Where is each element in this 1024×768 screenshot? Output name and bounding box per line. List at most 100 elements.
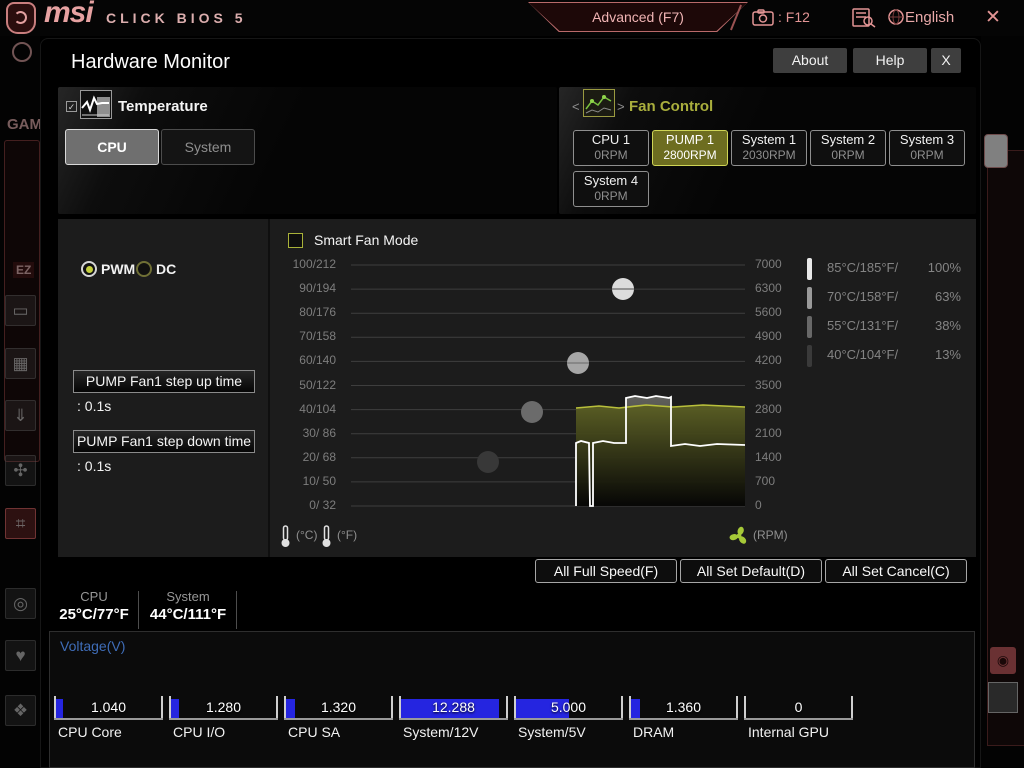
- voltage-label: Internal GPU: [748, 724, 829, 740]
- top-bar: msi CLICK BIOS 5 Advanced (F7) : F12 Eng…: [0, 0, 1024, 36]
- voltage-gauge: 1.040: [54, 696, 163, 720]
- voltage-value: 5.000: [550, 699, 587, 715]
- voltage-panel: Voltage(V) 1.040 CPU Core 1.280 CPU I/O 1.32…: [49, 631, 975, 768]
- level-bar-icon: [807, 345, 812, 367]
- background-gray-box: [988, 682, 1018, 713]
- fan-button-system-1[interactable]: System 1 2030RPM: [731, 130, 807, 166]
- language-globe-icon[interactable]: [888, 9, 904, 25]
- fan-button-system-2[interactable]: System 2 0RPM: [810, 130, 886, 166]
- temperature-panel: ✓ Temperature CPU System: [58, 87, 557, 214]
- monitor-icon[interactable]: ▭: [5, 295, 36, 326]
- fan-rpm: 0RPM: [910, 148, 944, 162]
- fan-button-cpu-1[interactable]: CPU 1 0RPM: [573, 130, 649, 166]
- cpu-temp-value: 25°C/77°F: [59, 606, 129, 623]
- curve-point-temp: 85°C/185°F/: [827, 260, 899, 275]
- panel-divider: [268, 219, 270, 557]
- fan-name: System 2: [820, 132, 876, 147]
- fan-name: System 3: [899, 132, 955, 147]
- curve-point-row: 40°C/104°F/13%: [803, 344, 969, 368]
- level-bar-icon: [807, 287, 812, 309]
- about-button[interactable]: About: [773, 48, 847, 73]
- fahrenheit-axis-label: (°F): [337, 528, 358, 542]
- language-label[interactable]: English: [905, 9, 954, 26]
- action-button-all-set-cancel-c-[interactable]: All Set Cancel(C): [825, 559, 967, 583]
- action-button-all-set-default-d-[interactable]: All Set Default(D): [680, 559, 822, 583]
- hardware-monitor-window: Hardware Monitor About Help X ✓ Temperat…: [40, 38, 981, 768]
- fan-rpm: 0RPM: [594, 148, 628, 162]
- fan-prev-arrow-icon[interactable]: <: [572, 99, 580, 114]
- smart-fan-mode-checkbox[interactable]: [288, 233, 303, 248]
- oc-icon[interactable]: ◎: [5, 588, 36, 619]
- dc-radio[interactable]: [136, 261, 152, 277]
- temp-tick: 50/122: [299, 377, 336, 392]
- rpm-tick: 2800: [755, 401, 782, 416]
- step-up-time-button[interactable]: PUMP Fan1 step up time: [73, 370, 255, 393]
- rpm-tick: 7000: [755, 257, 782, 271]
- flash-icon[interactable]: ⇓: [5, 400, 36, 431]
- theme-icon[interactable]: ❖: [5, 695, 36, 726]
- temp-separator: [138, 591, 139, 629]
- fan-next-arrow-icon[interactable]: >: [617, 99, 625, 114]
- celsius-thermometer-icon[interactable]: [279, 525, 292, 548]
- fan-curve-panel: PWM DC PUMP Fan1 step up time : 0.1s PUM…: [58, 219, 976, 557]
- window-close-button[interactable]: X: [931, 48, 961, 73]
- clock-icon: [12, 42, 32, 62]
- voltage-gauge: 1.360: [629, 696, 738, 720]
- curve-point-temp: 70°C/158°F/: [827, 289, 899, 304]
- help-button[interactable]: Help: [853, 48, 927, 73]
- pwm-radio[interactable]: [81, 261, 97, 277]
- voltage-gauge: 0: [744, 696, 853, 720]
- rpm-tick: 1400: [755, 449, 782, 464]
- fan-control-panel: < > Fan Control CPU 1 0RPM PUMP 1 2800RPM Sy…: [559, 87, 976, 214]
- favorites-icon[interactable]: ♥: [5, 640, 36, 671]
- tab-cpu[interactable]: CPU: [65, 129, 159, 165]
- curve-point-row: 70°C/158°F/63%: [803, 286, 969, 310]
- topbar-close-icon[interactable]: ✕: [985, 6, 1001, 29]
- fan-button-pump-1[interactable]: PUMP 1 2800RPM: [652, 130, 728, 166]
- step-down-time-button[interactable]: PUMP Fan1 step down time: [73, 430, 255, 453]
- fahrenheit-thermometer-icon[interactable]: [320, 525, 333, 548]
- fan-name: PUMP 1: [665, 132, 715, 147]
- background-left-sidebar: GAMI EZ ▭ ▦ ⇓ ✣ ⌗ ◎ ♥ ❖: [0, 36, 46, 768]
- rpm-tick: 4900: [755, 329, 782, 344]
- rpm-tick: 2100: [755, 425, 782, 440]
- voltage-label: System/12V: [403, 724, 479, 740]
- fan-rpm: 2030RPM: [742, 148, 796, 162]
- fan-curve-handle[interactable]: [477, 451, 499, 473]
- memory-icon[interactable]: ▦: [5, 348, 36, 379]
- voltage-rail-cpu-core: 1.040 CPU Core: [54, 696, 163, 740]
- advanced-mode-button[interactable]: Advanced (F7): [528, 2, 748, 32]
- temperature-checkbox-icon[interactable]: ✓: [66, 101, 77, 112]
- curve-point-temp: 40°C/104°F/: [827, 347, 899, 362]
- dc-label: DC: [156, 261, 177, 277]
- action-button-all-full-speed-f-[interactable]: All Full Speed(F): [535, 559, 677, 583]
- temp-tick: 80/176: [299, 305, 336, 320]
- voltage-label: CPU SA: [288, 724, 341, 740]
- rpm-tick: 4200: [755, 353, 782, 368]
- temp-tick: 70/158: [299, 329, 336, 344]
- fan-button-system-3[interactable]: System 3 0RPM: [889, 130, 965, 166]
- click-bios-5-text: CLICK BIOS 5: [106, 10, 247, 26]
- voltage-gauge: 5.000: [514, 696, 623, 720]
- system-temp-readout: System 44°C/111°F: [145, 589, 231, 623]
- curve-point-row: 85°C/185°F/100%: [803, 257, 969, 281]
- temp-tick: 40/104: [299, 401, 336, 416]
- fan-curve-handle[interactable]: [521, 401, 543, 423]
- help-document-icon[interactable]: [852, 8, 876, 28]
- keyboard-icon[interactable]: ⌗: [5, 508, 36, 539]
- voltage-rail-internal-gpu: 0 Internal GPU: [744, 696, 853, 740]
- fan-name: System 4: [583, 173, 639, 188]
- tab-system[interactable]: System: [161, 129, 255, 165]
- voltage-rail-dram: 1.360 DRAM: [629, 696, 738, 740]
- temp-tick: 60/140: [299, 353, 336, 368]
- fan-icon[interactable]: ✣: [5, 455, 36, 486]
- fan-control-chart-icon: [583, 89, 615, 117]
- fan-curve-chart[interactable]: [351, 264, 746, 507]
- voltage-value: 1.360: [665, 699, 702, 715]
- temp-separator: [236, 591, 237, 629]
- level-bar-icon: [807, 316, 812, 338]
- screenshot-camera-icon[interactable]: [752, 9, 774, 26]
- fan-button-system-4[interactable]: System 4 0RPM: [573, 171, 649, 207]
- voltage-value: 0: [794, 699, 803, 715]
- fan-rpm-icon: [729, 526, 747, 544]
